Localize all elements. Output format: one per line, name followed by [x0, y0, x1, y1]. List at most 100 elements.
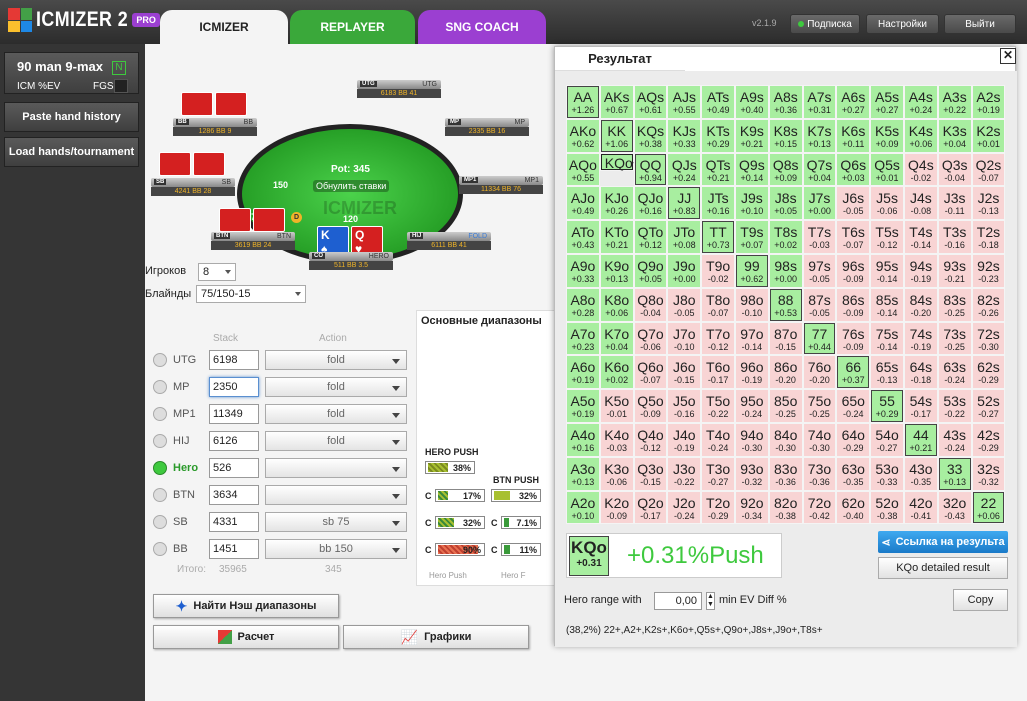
hand-cell[interactable]: 97o -0.14 [734, 321, 769, 356]
hand-cell[interactable]: Q6s +0.03 [836, 152, 871, 187]
hand-cell[interactable]: J8o -0.05 [667, 287, 702, 322]
hand-cell[interactable]: 43s -0.24 [937, 422, 972, 457]
hand-cell[interactable]: AA +1.26 [566, 85, 600, 119]
hand-cell[interactable]: AJo +0.49 [566, 186, 600, 221]
hand-cell[interactable]: 54s -0.17 [903, 389, 938, 423]
hand-cell[interactable]: 74s -0.19 [903, 321, 938, 356]
hand-cell[interactable]: 94s -0.19 [903, 253, 938, 288]
hand-cell[interactable]: 75o -0.25 [802, 389, 837, 423]
hand-cell[interactable]: A4s +0.24 [903, 85, 938, 119]
stack-input[interactable]: 6198 [209, 350, 259, 370]
spinner-icon[interactable]: ▲ ▼ [706, 592, 715, 610]
tab-icmizer[interactable]: ICMIZER [160, 10, 288, 44]
hand-cell[interactable]: 44 +0.21 [903, 422, 938, 457]
hand-cell[interactable]: K3s +0.04 [937, 118, 972, 153]
hand-cell[interactable]: AQs +0.61 [633, 85, 668, 119]
game-type-box[interactable]: 90 man 9-max N ICM %EV FGS [4, 52, 139, 94]
hand-cell[interactable]: A2o +0.10 [566, 490, 600, 525]
hand-cell[interactable]: 98o -0.10 [734, 287, 769, 322]
hand-cell[interactable]: K6o +0.02 [599, 355, 634, 390]
hand-cell[interactable]: J2o -0.24 [667, 490, 702, 525]
hand-cell[interactable]: J9s +0.10 [734, 186, 769, 221]
close-icon[interactable]: ✕ [1000, 48, 1016, 64]
hand-cell[interactable]: T9o -0.02 [701, 253, 735, 288]
player-radio[interactable] [153, 488, 167, 502]
hand-cell[interactable]: 72o -0.42 [802, 490, 837, 525]
hand-cell[interactable]: TT +0.73 [701, 220, 735, 254]
hand-cell[interactable]: 43o -0.35 [903, 456, 938, 491]
hand-cell[interactable]: K5s +0.09 [870, 118, 904, 153]
hand-cell[interactable]: Q9s +0.14 [734, 152, 769, 187]
hand-cell[interactable]: J4s -0.08 [903, 186, 938, 221]
hand-cell[interactable]: Q9o +0.05 [633, 253, 668, 288]
hand-cell[interactable]: T4o -0.24 [701, 422, 735, 457]
hand-cell[interactable]: KTo +0.21 [599, 220, 634, 254]
hand-cell[interactable]: 64o -0.29 [836, 422, 871, 457]
hand-cell[interactable]: 84o -0.30 [768, 422, 803, 457]
player-radio[interactable] [153, 407, 167, 421]
hand-cell[interactable]: 64s -0.18 [903, 355, 938, 390]
hand-cell[interactable]: 95o -0.24 [734, 389, 769, 423]
hand-cell[interactable]: AKo +0.62 [566, 118, 600, 153]
hand-cell[interactable]: A2s +0.19 [971, 85, 1006, 119]
player-radio[interactable] [153, 461, 167, 475]
hand-cell[interactable]: 92s -0.23 [971, 253, 1006, 288]
hand-cell[interactable]: KJo +0.26 [599, 186, 634, 221]
hand-cell[interactable]: A4o +0.16 [566, 422, 600, 457]
hand-cell[interactable]: 66 +0.37 [836, 355, 871, 390]
hand-cell[interactable]: K8o +0.06 [599, 287, 634, 322]
hand-cell[interactable]: ATs +0.49 [701, 85, 735, 119]
action-select[interactable]: sb 75 [265, 512, 407, 532]
hand-cell[interactable]: K9o +0.13 [599, 253, 634, 288]
hand-cell[interactable]: J5o -0.16 [667, 389, 702, 423]
hand-cell[interactable]: AJs +0.55 [667, 85, 702, 119]
action-select[interactable] [265, 485, 407, 505]
stack-input[interactable]: 2350 [209, 377, 259, 397]
hand-cell[interactable]: 76o -0.20 [802, 355, 837, 390]
hand-cell[interactable]: J9o +0.00 [667, 253, 702, 288]
hand-cell[interactable]: 83o -0.36 [768, 456, 803, 491]
paste-hand-history-button[interactable]: Paste hand history [4, 102, 139, 132]
hand-cell[interactable]: T7s -0.03 [802, 220, 837, 254]
hand-cell[interactable]: Q4s -0.02 [903, 152, 938, 187]
hand-cell[interactable]: 76s -0.09 [836, 321, 871, 356]
tab-replayer[interactable]: REPLAYER [290, 10, 415, 44]
hand-cell[interactable]: T3o -0.27 [701, 456, 735, 491]
hand-cell[interactable]: 92o -0.34 [734, 490, 769, 525]
hand-cell[interactable]: A9s +0.40 [734, 85, 769, 119]
hand-cell[interactable]: KTs +0.29 [701, 118, 735, 153]
hand-cell[interactable]: 22 +0.06 [971, 490, 1006, 525]
hand-cell[interactable]: QTo +0.12 [633, 220, 668, 254]
hand-cell[interactable]: 99 +0.62 [734, 253, 769, 288]
hand-cell[interactable]: QQ +0.94 [633, 152, 668, 187]
hand-cell[interactable]: T6s -0.07 [836, 220, 871, 254]
fgs-checkbox[interactable] [114, 79, 128, 93]
hand-cell[interactable]: K3o -0.06 [599, 456, 634, 491]
hand-cell[interactable]: Q4o -0.12 [633, 422, 668, 457]
hand-cell[interactable]: T5s -0.12 [870, 220, 904, 254]
hand-cell[interactable]: 85o -0.25 [768, 389, 803, 423]
action-select[interactable]: fold [265, 350, 407, 370]
hand-cell[interactable]: T3s -0.16 [937, 220, 972, 254]
hand-cell[interactable]: 88 +0.53 [768, 287, 803, 322]
hand-cell[interactable]: 86s -0.09 [836, 287, 871, 322]
hand-cell[interactable]: 52o -0.38 [870, 490, 904, 525]
hand-cell[interactable]: J8s +0.05 [768, 186, 803, 221]
hand-cell[interactable]: JTo +0.08 [667, 220, 702, 254]
hand-cell[interactable]: 73o -0.36 [802, 456, 837, 491]
hand-cell[interactable]: 83s -0.25 [937, 287, 972, 322]
hand-cell[interactable]: QJo +0.16 [633, 186, 668, 221]
hand-cell[interactable]: K7o +0.04 [599, 321, 634, 356]
hand-cell[interactable]: T8o -0.07 [701, 287, 735, 322]
hand-cell[interactable]: ATo +0.43 [566, 220, 600, 254]
action-select[interactable]: fold [265, 404, 407, 424]
hand-cell[interactable]: 65o -0.24 [836, 389, 871, 423]
stack-input[interactable]: 4331 [209, 512, 259, 532]
hand-cell[interactable]: T9s +0.07 [734, 220, 769, 254]
hand-cell[interactable]: 53s -0.22 [937, 389, 972, 423]
hand-cell[interactable]: K9s +0.21 [734, 118, 769, 153]
hand-cell[interactable]: T5o -0.22 [701, 389, 735, 423]
player-radio[interactable] [153, 380, 167, 394]
hand-cell[interactable]: A8o +0.28 [566, 287, 600, 322]
hand-cell[interactable]: Q8s +0.09 [768, 152, 803, 187]
